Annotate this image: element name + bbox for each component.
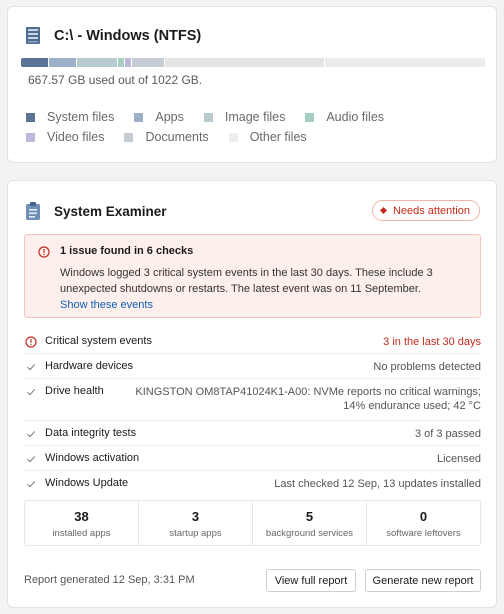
- check-label: Hardware devices: [45, 360, 134, 372]
- check-value: 3 in the last 30 days: [383, 336, 481, 348]
- usage-segment: [132, 58, 165, 67]
- check-data-integrity: Data integrity tests 3 of 3 passed: [24, 421, 481, 446]
- legend-audio-files: Audio files: [305, 110, 384, 124]
- legend-apps: Apps: [134, 110, 184, 124]
- stats-panel: 38 installed apps 3 startup apps 5 backg…: [24, 500, 481, 546]
- check-label: Data integrity tests: [45, 427, 137, 439]
- check-windows-update: Windows Update Last checked 12 Sep, 13 u…: [24, 471, 481, 496]
- check-label: Critical system events: [45, 335, 152, 347]
- checkmark-icon: [24, 452, 38, 466]
- warning-circle-icon: [24, 335, 38, 349]
- check-value: Licensed: [436, 453, 481, 465]
- diamond-icon: [379, 206, 387, 215]
- usage-segment: [76, 58, 119, 67]
- issue-alert: 1 issue found in 6 checks Windows logged…: [24, 234, 481, 318]
- generate-new-report-button[interactable]: Generate new report: [365, 569, 481, 592]
- check-label: Windows Update: [45, 477, 129, 489]
- examiner-title: System Examiner: [54, 203, 167, 219]
- usage-segment: [164, 58, 325, 67]
- drive-title: C:\ - Windows (NTFS): [54, 28, 202, 44]
- check-windows-activation: Windows activation Licensed: [24, 446, 481, 471]
- stat-installed-apps: 38 installed apps: [25, 501, 139, 545]
- usage-segment: [21, 58, 49, 67]
- stat-background-services: 5 background services: [253, 501, 367, 545]
- check-hardware-devices: Hardware devices No problems detected: [24, 354, 481, 379]
- checkmark-icon: [24, 385, 38, 399]
- drive-card: C:\ - Windows (NTFS) 667.57 GB used out …: [7, 6, 497, 163]
- legend-other-files: Other files: [228, 130, 307, 144]
- system-examiner-card: System Examiner Needs attention 1 issue …: [7, 180, 497, 608]
- stat-software-leftovers: 0 software leftovers: [386, 509, 461, 539]
- clipboard-icon: [24, 201, 42, 221]
- checkmark-icon: [24, 427, 38, 441]
- report-generated-text: Report generated 12 Sep, 3:31 PM: [24, 574, 195, 586]
- checks-list: Critical system events 3 in the last 30 …: [24, 329, 481, 496]
- check-label: Windows activation: [45, 452, 140, 464]
- usage-segment: [125, 58, 133, 67]
- check-critical-events: Critical system events 3 in the last 30 …: [24, 329, 481, 354]
- alert-title: 1 issue found in 6 checks: [60, 245, 194, 257]
- usage-text: 667.57 GB used out of 1022 GB.: [28, 73, 203, 87]
- usage-legend: System files Apps Image files Audio file…: [26, 107, 486, 147]
- checkmark-icon: [24, 477, 38, 491]
- check-drive-health: Drive health KINGSTON OM8TAP41024K1-A00:…: [24, 379, 481, 421]
- legend-system-files: System files: [26, 110, 114, 124]
- usage-segment: [48, 58, 77, 67]
- check-value: KINGSTON OM8TAP41024K1-A00: NVMe reports…: [135, 386, 481, 412]
- check-value: Last checked 12 Sep, 13 updates installe…: [274, 478, 481, 490]
- drive-icon: [24, 26, 44, 46]
- legend-documents: Documents: [124, 130, 209, 144]
- examiner-header: System Examiner: [24, 201, 167, 221]
- legend-image-files: Image files: [203, 110, 285, 124]
- needs-attention-badge: Needs attention: [371, 200, 480, 221]
- legend-video-files: Video files: [26, 130, 104, 144]
- check-value: No problems detected: [373, 361, 481, 373]
- stat-startup-apps: 3 startup apps: [139, 501, 253, 545]
- show-events-link[interactable]: Show these events: [60, 299, 153, 311]
- view-full-report-button[interactable]: View full report: [266, 569, 356, 592]
- checkmark-icon: [24, 360, 38, 374]
- warning-circle-icon: [38, 245, 50, 263]
- check-value: 3 of 3 passed: [414, 428, 481, 440]
- usage-segment: [118, 58, 126, 67]
- drive-header: C:\ - Windows (NTFS): [24, 26, 201, 46]
- usage-bar: [21, 58, 485, 67]
- check-label: Drive health: [45, 385, 104, 397]
- alert-body: Windows logged 3 critical system events …: [60, 267, 433, 295]
